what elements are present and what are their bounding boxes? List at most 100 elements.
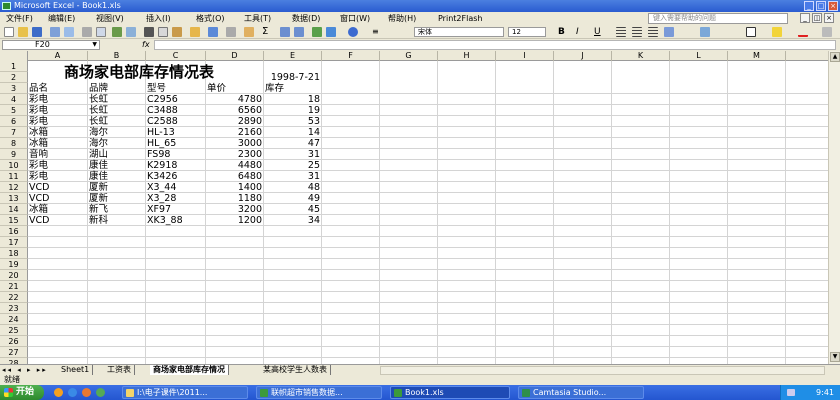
align-left-icon[interactable] (616, 27, 626, 37)
help-question-input[interactable]: 键入需要帮助的问题 (648, 13, 788, 24)
format-painter-icon[interactable] (190, 27, 200, 37)
cell[interactable]: 音响 (28, 149, 88, 160)
row-header[interactable]: 4 (0, 94, 28, 105)
toolbar-overflow-icon[interactable] (822, 27, 832, 37)
sort-ascending-icon[interactable] (280, 27, 290, 37)
cell[interactable]: 14 (264, 127, 322, 138)
cell[interactable]: 53 (264, 116, 322, 127)
cell[interactable]: C3488 (146, 105, 206, 116)
indent-icon[interactable] (700, 27, 710, 37)
borders-icon[interactable] (746, 27, 756, 37)
merge-center-icon[interactable] (664, 27, 674, 37)
menu-insert[interactable]: 插入(I) (146, 12, 171, 25)
menu-file[interactable]: 文件(F) (6, 12, 33, 25)
cell[interactable]: 冰箱 (28, 138, 88, 149)
task-explorer-folder[interactable]: I:\电子课件\2011... (122, 386, 248, 399)
spelling-icon[interactable] (112, 27, 122, 37)
cell[interactable]: 34 (264, 215, 322, 226)
cell[interactable]: 47 (264, 138, 322, 149)
row-header[interactable]: 24 (0, 314, 28, 325)
worksheet-grid[interactable]: ABCDEFGHIJKLM 1 2 3 4 5 6 7 8 9 10 11 12 13 14 15 16 17 1… (0, 51, 828, 364)
tab-student-count[interactable]: 某高校学生人数表 (260, 365, 331, 375)
cell[interactable]: 1180 (206, 193, 264, 204)
cell[interactable]: VCD (28, 215, 88, 226)
cell[interactable]: 型号 (146, 83, 206, 94)
cell[interactable]: FS98 (146, 149, 206, 160)
row-header[interactable]: 15 (0, 215, 28, 226)
cell[interactable]: 单价 (206, 83, 264, 94)
row-header[interactable]: 18 (0, 248, 28, 259)
row-header[interactable]: 14 (0, 204, 28, 215)
cell[interactable]: 新飞 (88, 204, 146, 215)
column-header[interactable]: L (670, 51, 728, 61)
column-header[interactable]: I (496, 51, 554, 61)
cell[interactable]: 彩电 (28, 171, 88, 182)
font-size-dropdown[interactable]: 12 (508, 27, 546, 37)
cell[interactable]: 长虹 (88, 105, 146, 116)
cell[interactable]: VCD (28, 182, 88, 193)
cell[interactable]: 18 (264, 94, 322, 105)
cell[interactable]: 彩电 (28, 105, 88, 116)
font-color-icon[interactable] (798, 27, 808, 37)
workbook-minimize-button[interactable]: _ (800, 13, 810, 23)
select-all-corner[interactable] (0, 51, 28, 61)
menu-help[interactable]: 帮助(H) (388, 12, 416, 25)
cell[interactable]: 海尔 (88, 138, 146, 149)
cell[interactable]: 长虹 (88, 116, 146, 127)
cell[interactable]: 49 (264, 193, 322, 204)
cell[interactable]: HL_65 (146, 138, 206, 149)
cell[interactable]: 6480 (206, 171, 264, 182)
save-icon[interactable] (32, 27, 42, 37)
row-header[interactable]: 10 (0, 160, 28, 171)
date-cell[interactable]: 1998-7-21 (206, 72, 322, 83)
tab-inventory[interactable]: 商场家电部库存情况 (150, 365, 229, 375)
help-icon[interactable] (348, 27, 358, 37)
column-header[interactable]: D (206, 51, 264, 61)
row-header[interactable]: 1 (0, 61, 28, 72)
align-right-icon[interactable] (648, 27, 658, 37)
cell[interactable]: K2918 (146, 160, 206, 171)
font-name-dropdown[interactable]: 宋体 (414, 27, 504, 37)
row-header[interactable]: 25 (0, 325, 28, 336)
sheet-title-cell[interactable]: 商场家电部库存情况表 (64, 62, 214, 82)
cell[interactable]: 库存 (264, 83, 322, 94)
email-icon[interactable] (64, 27, 74, 37)
column-header[interactable]: H (438, 51, 496, 61)
scroll-up-button[interactable]: ▲ (830, 52, 840, 62)
row-header[interactable]: 13 (0, 193, 28, 204)
menu-data[interactable]: 数据(D) (292, 12, 320, 25)
cell[interactable]: 31 (264, 171, 322, 182)
tab-sheet1[interactable]: Sheet1 (58, 365, 94, 375)
fill-color-icon[interactable] (772, 27, 782, 37)
name-box[interactable]: F20 ▼ (2, 40, 100, 50)
row-header[interactable]: 8 (0, 138, 28, 149)
task-sales-data[interactable]: 联帜超市销售数据... (256, 386, 382, 399)
menu-window[interactable]: 窗口(W) (340, 12, 370, 25)
cell[interactable]: XK3_88 (146, 215, 206, 226)
quicklaunch-ie-icon[interactable] (68, 388, 77, 397)
row-header[interactable]: 9 (0, 149, 28, 160)
insert-function-icon[interactable]: fx (142, 39, 150, 51)
cell[interactable]: K3426 (146, 171, 206, 182)
cell[interactable]: 4480 (206, 160, 264, 171)
cell[interactable]: 厦新 (88, 193, 146, 204)
cell[interactable]: 厦新 (88, 182, 146, 193)
row-header[interactable]: 3 (0, 83, 28, 94)
bold-button[interactable]: B (558, 27, 568, 37)
cut-icon[interactable] (144, 27, 154, 37)
row-header[interactable]: 26 (0, 336, 28, 347)
open-icon[interactable] (18, 27, 28, 37)
cell[interactable]: 19 (264, 105, 322, 116)
cell[interactable]: 31 (264, 149, 322, 160)
cell[interactable]: 2300 (206, 149, 264, 160)
row-header[interactable]: 17 (0, 237, 28, 248)
row-header[interactable]: 22 (0, 292, 28, 303)
redo-icon[interactable] (226, 27, 236, 37)
row-header[interactable]: 12 (0, 182, 28, 193)
column-header[interactable]: A (28, 51, 88, 61)
permission-icon[interactable] (50, 27, 60, 37)
cell[interactable]: 4780 (206, 94, 264, 105)
undo-icon[interactable] (208, 27, 218, 37)
task-camtasia[interactable]: Camtasia Studio... (518, 386, 644, 399)
cell[interactable]: 品名 (28, 83, 88, 94)
